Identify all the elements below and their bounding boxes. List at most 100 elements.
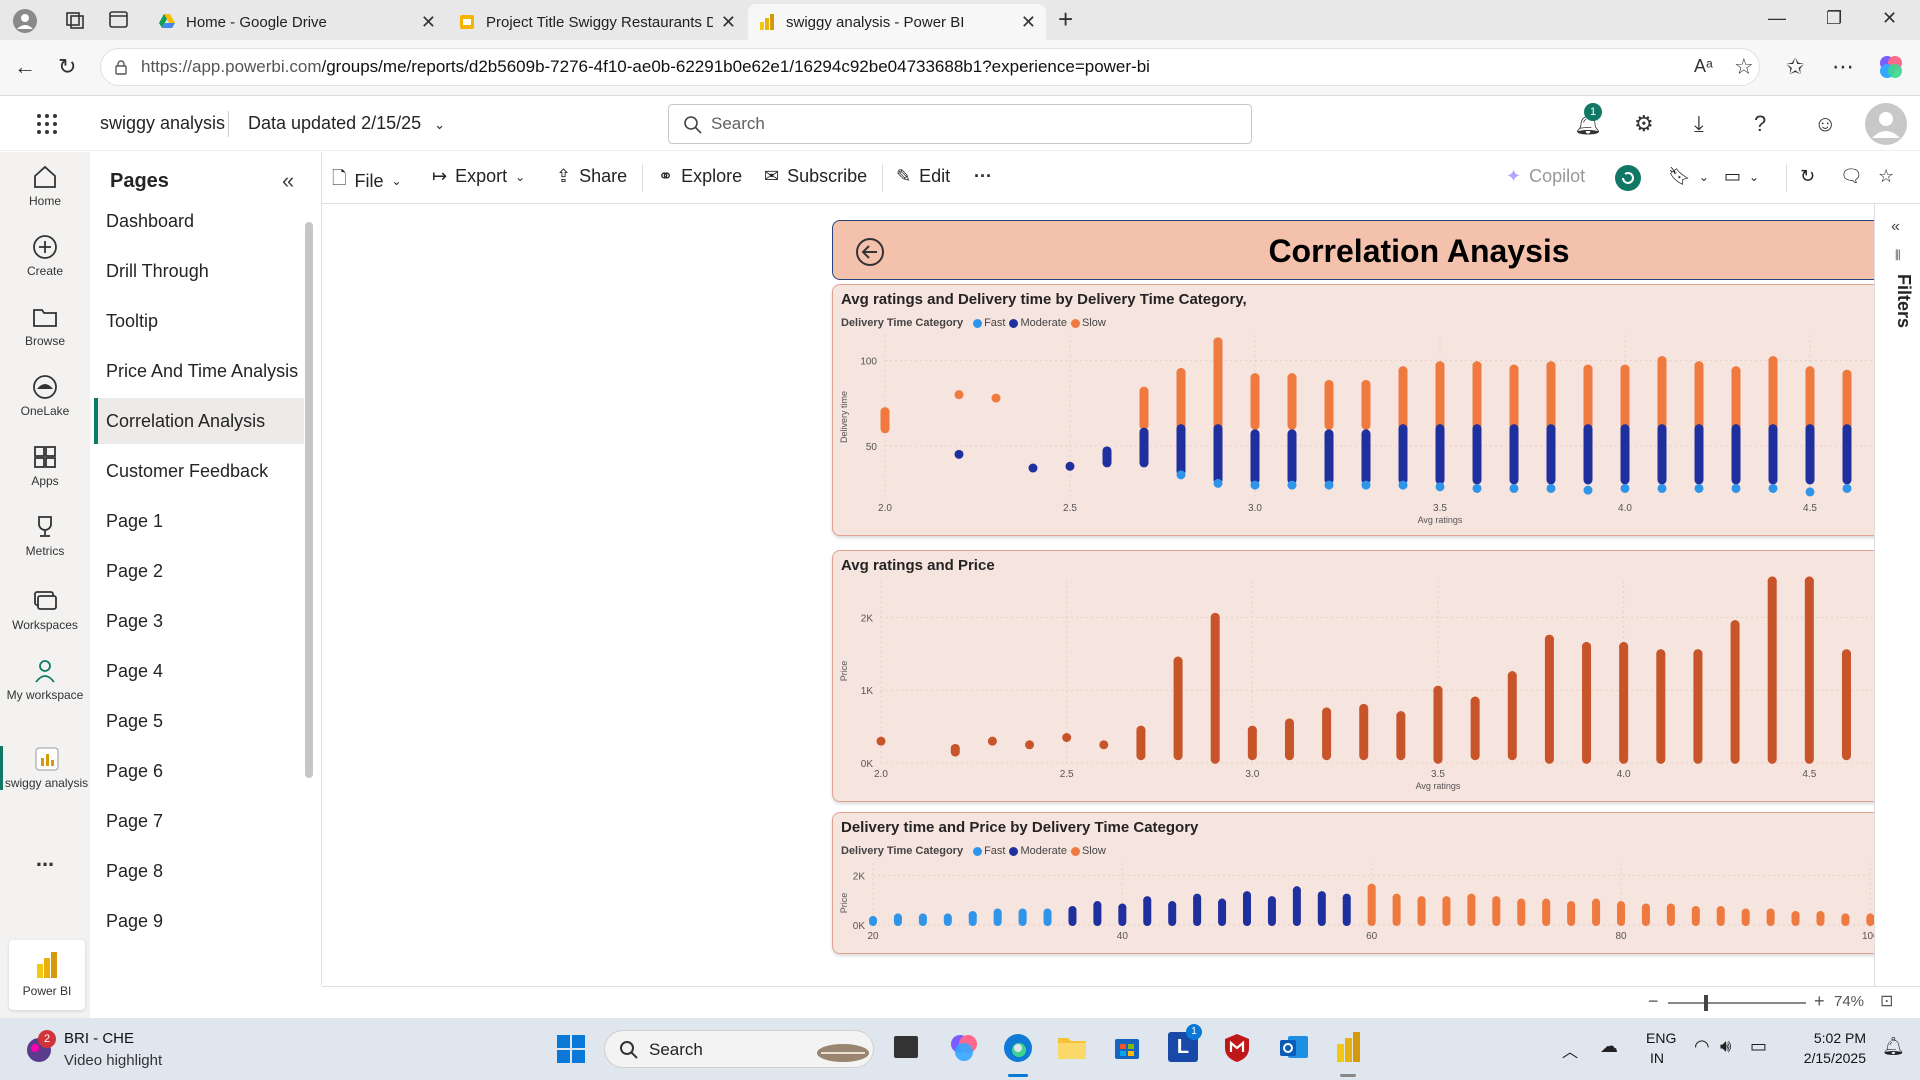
explore-button[interactable]: ⚭ Explore [658,166,742,187]
file-explorer-icon[interactable] [1056,1032,1088,1062]
rail-item-my-workspace[interactable]: My workspace [0,658,90,702]
zoom-out-button[interactable]: − [1648,991,1659,1012]
taskbar-search[interactable]: Search [604,1030,874,1068]
reset-icon[interactable]: ↻ [1800,166,1815,187]
refresh-visual-icon[interactable] [1614,164,1642,192]
page-tab-correlation-analysis[interactable]: Correlation Analysis [94,398,304,444]
more-icon[interactable]: ... [0,846,90,872]
rail-item-browse[interactable]: Browse [0,304,90,348]
reload-icon[interactable]: ↻ [58,54,76,80]
copilot-button[interactable]: ✦ Copilot [1506,166,1585,187]
page-tab-page-3[interactable]: Page 3 [94,598,304,644]
tab-power-bi[interactable]: swiggy analysis - Power BI ✕ [748,4,1046,40]
restore-button[interactable]: ❐ [1826,8,1842,29]
comment-icon[interactable]: 🗨︎ [1840,166,1863,187]
workspaces-tab-icon[interactable] [64,10,86,30]
page-tab-page-4[interactable]: Page 4 [94,648,304,694]
power-bi-taskbar-icon[interactable] [1334,1030,1364,1064]
filters-label[interactable]: Filters [1893,274,1914,328]
fit-to-page-icon[interactable]: ⊡ [1880,991,1893,1011]
app-launcher-icon[interactable] [36,113,58,135]
avatar[interactable] [1864,102,1908,146]
show-hidden-icons-chevron[interactable]: ︿ [1562,1038,1578,1062]
data-updated-dropdown[interactable]: Data updated 2/15/25 ⌄ [248,113,445,134]
wifi-icon[interactable]: ◠ [1694,1036,1710,1057]
rail-item-apps[interactable]: Apps [0,444,90,488]
download-icon[interactable]: ⤓ [1694,111,1704,137]
subscribe-button[interactable]: ✉ Subscribe [764,166,867,187]
zoom-slider[interactable] [1668,1002,1806,1004]
close-icon[interactable]: ✕ [421,12,436,33]
zoom-in-button[interactable]: + [1814,991,1825,1012]
settings-gear-icon[interactable]: ⚙ [1634,111,1654,137]
page-tab-page-9[interactable]: Page 9 [94,898,304,944]
language-1[interactable]: ENG [1646,1030,1676,1046]
back-arrow-icon[interactable]: ← [14,54,36,80]
help-icon[interactable]: ? [1754,111,1766,137]
page-tab-tooltip[interactable]: Tooltip [94,298,304,344]
powerbi-switcher[interactable]: Power BI [9,940,85,1010]
report-name[interactable]: swiggy analysis [100,113,225,134]
windows-start-icon[interactable] [556,1034,586,1064]
visual-delivery-time-price[interactable]: Delivery time and Price by Delivery Time… [832,812,1920,954]
edge-browser-icon[interactable] [1002,1032,1034,1064]
task-view-icon[interactable] [894,1036,918,1058]
tab-project-title[interactable]: Project Title Swiggy Restaurants D ✕ [448,4,746,40]
edit-button[interactable]: ✎ Edit [896,166,950,187]
file-menu-button[interactable]: 🗋︎ File ⌄ [332,166,402,196]
bookmark-button[interactable]: 🔖︎ ⌄ [1668,166,1709,187]
page-tab-drill-through[interactable]: Drill Through [94,248,304,294]
rail-item-workspaces[interactable]: Workspaces [0,588,90,632]
new-tab-button[interactable]: + [1058,4,1073,35]
visual-ratings-delivery-time[interactable]: Avg ratings and Delivery time by Deliver… [832,284,1920,536]
page-tab-customer-feedback[interactable]: Customer Feedback [94,448,304,494]
widgets-button[interactable]: 2 [22,1030,56,1066]
volume-icon[interactable]: 🔊︎ [1720,1036,1731,1057]
notification-center-icon[interactable]: 🔔︎ [1882,1036,1905,1057]
profile-icon[interactable] [12,8,38,34]
close-window-button[interactable]: ✕ [1882,8,1897,29]
minimize-button[interactable]: — [1768,8,1786,29]
filters-pane-collapsed[interactable]: « ⫼ Filters [1874,204,1920,986]
widget-headline[interactable]: BRI - CHE [64,1030,134,1047]
copilot-icon[interactable] [1878,54,1904,80]
close-icon[interactable]: ✕ [1021,12,1036,33]
outlook-icon[interactable] [1278,1032,1310,1062]
microsoft-store-icon[interactable] [1112,1032,1142,1062]
pages-scrollbar[interactable] [305,222,313,778]
favorite-icon[interactable]: ☆ [1878,166,1894,187]
rail-item-onelake[interactable]: OneLake [0,374,90,418]
share-button[interactable]: ⇪ Share [556,166,627,187]
more-menu-icon[interactable]: ⋯ [1832,54,1854,80]
close-icon[interactable]: ✕ [721,12,736,33]
more-options-button[interactable]: ··· [974,166,992,187]
page-tab-page-8[interactable]: Page 8 [94,848,304,894]
clock-time[interactable]: 5:02 PM [1806,1030,1866,1046]
rail-item-metrics[interactable]: Metrics [0,514,90,558]
tab-google-drive[interactable]: Home - Google Drive ✕ [148,4,446,40]
page-tab-price-and-time-analysis[interactable]: Price And Time Analysis [94,348,304,394]
feedback-icon[interactable]: ☺ [1814,111,1836,137]
site-info-icon[interactable] [113,59,129,75]
battery-icon[interactable]: ▭ [1750,1036,1767,1057]
copilot-app-icon[interactable] [948,1032,980,1064]
page-tab-dashboard[interactable]: Dashboard [94,198,304,244]
rail-item-create[interactable]: Create [0,234,90,278]
page-tab-page-7[interactable]: Page 7 [94,798,304,844]
collapse-icon[interactable]: « [282,168,294,194]
search-input[interactable]: Search [668,104,1252,144]
rail-item-home[interactable]: Home [0,164,90,208]
expand-filters-icon[interactable]: « [1891,218,1900,236]
zoom-slider-thumb[interactable] [1704,995,1708,1011]
favorites-icon[interactable]: ✩ [1786,54,1804,80]
url-input[interactable]: https://app.powerbi.com/groups/me/report… [100,48,1760,86]
export-button[interactable]: ↦ Export ⌄ [432,166,525,187]
rail-item-swiggy-analysis[interactable]: swiggy analysis [0,746,90,790]
page-tab-page-5[interactable]: Page 5 [94,698,304,744]
tab-actions-icon[interactable] [108,10,130,30]
favorite-star-icon[interactable]: ☆ [1734,54,1754,80]
onedrive-icon[interactable]: ☁ [1600,1036,1618,1057]
mcafee-shield-icon[interactable] [1222,1032,1252,1064]
page-tab-page-1[interactable]: Page 1 [94,498,304,544]
zoom-level[interactable]: 74% [1834,993,1864,1010]
